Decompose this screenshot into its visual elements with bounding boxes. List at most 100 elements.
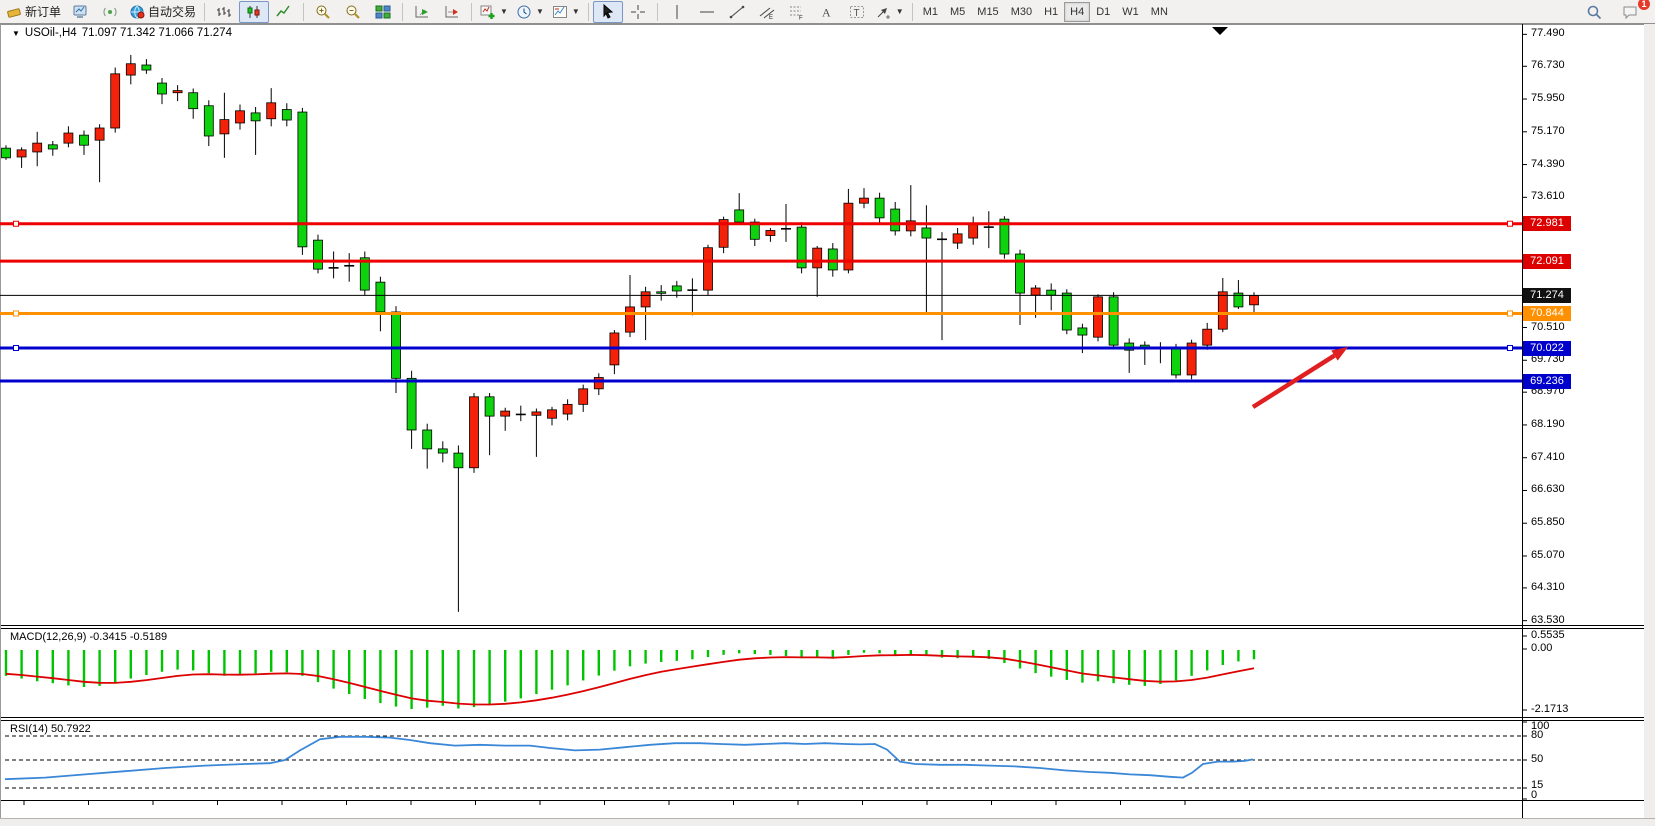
autotrade-icon bbox=[129, 4, 145, 20]
chart-candles-icon bbox=[246, 4, 262, 20]
metaeditor-button[interactable] bbox=[65, 1, 95, 23]
macd-scale-label: 0.00 bbox=[1531, 642, 1552, 654]
new-order-button[interactable]: 新订单 bbox=[2, 1, 65, 23]
hline-70.022[interactable] bbox=[0, 346, 1522, 351]
tile-windows-icon bbox=[375, 4, 391, 20]
trendline-button[interactable] bbox=[722, 1, 752, 23]
toolbar-separator bbox=[912, 3, 913, 21]
search-button[interactable] bbox=[1579, 1, 1609, 23]
cursor-button[interactable] bbox=[593, 1, 623, 23]
price-tick-label: 75.170 bbox=[1531, 125, 1565, 137]
chevron-down-icon[interactable]: ▼ bbox=[12, 29, 20, 38]
chevron-down-icon[interactable]: ▼ bbox=[896, 7, 904, 16]
text-button[interactable]: A bbox=[812, 1, 842, 23]
templates-icon bbox=[552, 4, 568, 20]
text-label-icon: T bbox=[849, 4, 865, 20]
bar-chart-button[interactable] bbox=[209, 1, 239, 23]
toolbar-separator bbox=[471, 3, 472, 21]
timeframe-m30-button[interactable]: M30 bbox=[1005, 2, 1038, 22]
chart-shift-marker[interactable] bbox=[1212, 27, 1228, 35]
horizontal-line-button[interactable] bbox=[692, 1, 722, 23]
hline-70.844[interactable] bbox=[0, 311, 1522, 316]
chart-shift-icon bbox=[444, 4, 460, 20]
hline-72.981[interactable] bbox=[0, 221, 1522, 226]
text-label-button[interactable]: T bbox=[842, 1, 872, 23]
fibonacci-icon: F bbox=[789, 4, 805, 20]
timeframe-mn-button[interactable]: MN bbox=[1145, 2, 1174, 22]
price-tick-label: 70.510 bbox=[1531, 321, 1565, 333]
toolbar-separator bbox=[657, 3, 658, 21]
timeframe-w1-button[interactable]: W1 bbox=[1116, 2, 1145, 22]
timeframe-m1-button[interactable]: M1 bbox=[917, 2, 944, 22]
line-chart-button[interactable] bbox=[269, 1, 299, 23]
periods-button[interactable]: ▼ bbox=[512, 1, 548, 23]
annotation-arrow[interactable] bbox=[1253, 347, 1348, 407]
chevron-down-icon[interactable]: ▼ bbox=[572, 7, 580, 16]
equidistant-channel-button[interactable]: E bbox=[752, 1, 782, 23]
price-badge-72.091: 72.091 bbox=[1523, 254, 1571, 269]
rsi-line bbox=[5, 737, 1253, 779]
autotrading-button[interactable]: 自动交易 bbox=[125, 1, 200, 23]
auto-scroll-icon bbox=[414, 4, 430, 20]
new-order-icon bbox=[6, 4, 22, 20]
chart-bars-icon bbox=[216, 4, 232, 20]
chevron-down-icon[interactable]: ▼ bbox=[536, 7, 544, 16]
price-badge-70.844: 70.844 bbox=[1523, 306, 1571, 321]
timeframe-h1-button[interactable]: H1 bbox=[1038, 2, 1064, 22]
price-badge-72.981: 72.981 bbox=[1523, 216, 1571, 231]
price-tick-label: 76.730 bbox=[1531, 59, 1565, 71]
toolbar-separator bbox=[303, 3, 304, 21]
svg-text:A: A bbox=[822, 5, 831, 19]
price-tick-label: 65.070 bbox=[1531, 549, 1565, 561]
rsi-scale-label: 80 bbox=[1531, 729, 1543, 741]
candlestick-series bbox=[2, 55, 1259, 612]
vertical-line-button[interactable] bbox=[662, 1, 692, 23]
fibonacci-button[interactable]: F bbox=[782, 1, 812, 23]
candlestick-chart-button[interactable] bbox=[239, 1, 269, 23]
crosshair-button[interactable] bbox=[623, 1, 653, 23]
arrows-button[interactable]: ▼ bbox=[872, 1, 908, 23]
zoom-in-button[interactable] bbox=[308, 1, 338, 23]
timeframe-m5-button[interactable]: M5 bbox=[944, 2, 971, 22]
templates-button[interactable]: ▼ bbox=[548, 1, 584, 23]
chevron-down-icon[interactable]: ▼ bbox=[500, 7, 508, 16]
toolbar-separator bbox=[402, 3, 403, 21]
price-tick-label: 74.390 bbox=[1531, 158, 1565, 170]
timeframe-d1-button[interactable]: D1 bbox=[1090, 2, 1116, 22]
price-tick-label: 67.410 bbox=[1531, 451, 1565, 463]
price-tick-label: 65.850 bbox=[1531, 516, 1565, 528]
window-edge bbox=[1644, 24, 1655, 818]
chart-shift-button[interactable] bbox=[437, 1, 467, 23]
tile-windows-button[interactable] bbox=[368, 1, 398, 23]
mt4-terminal-window: { "toolbar": { "items": [ {"name":"new-o… bbox=[0, 0, 1655, 826]
chart-line-icon bbox=[276, 4, 292, 20]
timeframe-h4-button[interactable]: H4 bbox=[1064, 2, 1090, 22]
price-badge-70.022: 70.022 bbox=[1523, 341, 1571, 356]
vertical-line-icon bbox=[669, 4, 685, 20]
new-order-button-label: 新订单 bbox=[25, 3, 61, 20]
zoom-in-icon bbox=[315, 4, 331, 20]
signal-icon bbox=[102, 4, 118, 20]
indicators-button[interactable]: ▼ bbox=[476, 1, 512, 23]
crosshair-icon bbox=[630, 4, 646, 20]
macd-indicator-label: MACD(12,26,9) -0.3415 -0.5189 bbox=[10, 631, 167, 643]
price-tick-label: 68.190 bbox=[1531, 418, 1565, 430]
price-tick-label: 63.530 bbox=[1531, 614, 1565, 626]
macd-scale-label: 0.5535 bbox=[1531, 629, 1565, 641]
timeframe-m15-button[interactable]: M15 bbox=[971, 2, 1004, 22]
chart-canvas[interactable] bbox=[0, 0, 1655, 826]
rsi-indicator-label: RSI(14) 50.7922 bbox=[10, 723, 91, 735]
price-badge-71.274: 71.274 bbox=[1523, 288, 1571, 303]
auto-scroll-button[interactable] bbox=[407, 1, 437, 23]
svg-text:E: E bbox=[769, 15, 773, 20]
rsi-scale-label: 0 bbox=[1531, 789, 1537, 801]
price-tick-label: 64.310 bbox=[1531, 581, 1565, 593]
svg-text:T: T bbox=[853, 8, 859, 19]
zoom-out-button[interactable] bbox=[338, 1, 368, 23]
signals-button[interactable] bbox=[95, 1, 125, 23]
price-tick-label: 66.630 bbox=[1531, 483, 1565, 495]
main-toolbar: 新订单 自动交易 ▼ ▼ ▼ E F A T ▼ M1M5M15M30H1H4D1W1MN 1 bbox=[0, 0, 1655, 24]
toolbar-separator bbox=[588, 3, 589, 21]
svg-text:F: F bbox=[799, 15, 803, 20]
chat-button[interactable]: 1 bbox=[1615, 1, 1645, 23]
